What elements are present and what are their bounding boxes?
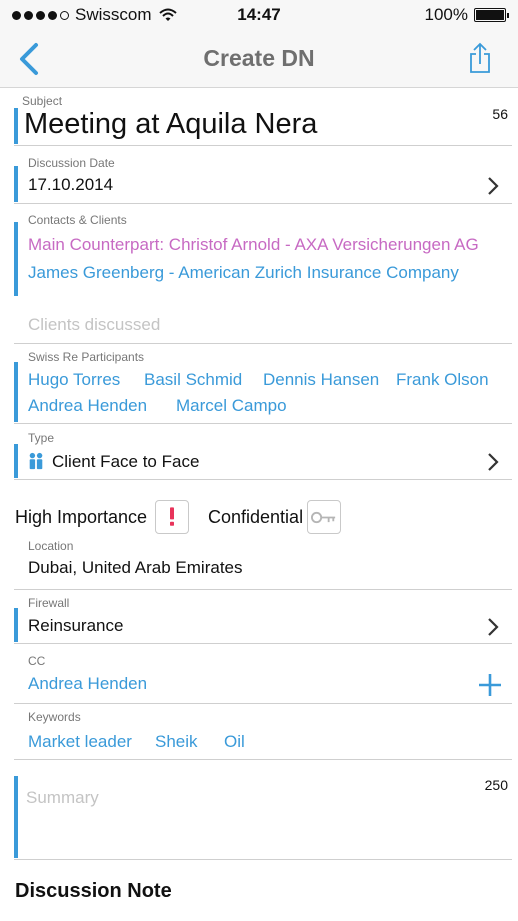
keywords-label: Keywords bbox=[28, 710, 81, 724]
contact-item[interactable]: James Greenberg - American Zurich Insura… bbox=[28, 263, 459, 283]
type-field[interactable]: Type Client Face to Face bbox=[14, 424, 512, 480]
discussion-date-label: Discussion Date bbox=[28, 156, 115, 170]
high-importance-label: High Importance bbox=[15, 507, 148, 527]
firewall-value[interactable]: Reinsurance bbox=[28, 616, 123, 636]
keyword-chip[interactable]: Market leader bbox=[28, 732, 132, 752]
main-counterpart-contact[interactable]: Main Counterpart: Christof Arnold - AXA … bbox=[28, 235, 479, 255]
participant-chip[interactable]: Frank Olson bbox=[396, 370, 489, 390]
participant-chip[interactable]: Dennis Hansen bbox=[263, 370, 379, 390]
participant-chip[interactable]: Andrea Henden bbox=[28, 396, 147, 416]
subject-label: Subject bbox=[22, 94, 63, 108]
location-field[interactable]: Location Dubai, United Arab Emirates bbox=[14, 536, 512, 590]
summary-char-counter: 250 bbox=[484, 777, 508, 793]
participants-label: Swiss Re Participants bbox=[28, 350, 145, 364]
discussion-date-field[interactable]: Discussion Date 17.10.2014 bbox=[14, 146, 512, 204]
participant-chip[interactable]: Marcel Campo bbox=[176, 396, 287, 416]
contacts-clients-field: Contacts & Clients Main Counterpart: Chr… bbox=[14, 204, 512, 344]
firewall-label: Firewall bbox=[28, 596, 70, 610]
exclamation-icon bbox=[170, 507, 174, 526]
battery-icon bbox=[474, 8, 509, 22]
cc-field: CC Andrea Henden bbox=[14, 644, 512, 704]
high-importance-toggle[interactable] bbox=[155, 500, 189, 534]
subject-input[interactable]: Meeting at Aquila Nera bbox=[24, 108, 317, 141]
cc-label: CC bbox=[28, 654, 46, 668]
type-label: Type bbox=[28, 431, 55, 445]
chevron-right-icon[interactable] bbox=[486, 176, 500, 196]
navigation-bar: Create DN bbox=[0, 30, 518, 88]
share-icon[interactable] bbox=[468, 42, 492, 74]
battery-percent: 100% bbox=[424, 5, 468, 24]
summary-field[interactable]: Summary 250 bbox=[14, 772, 512, 860]
discussion-note-heading: Discussion Note bbox=[15, 880, 172, 902]
chevron-right-icon[interactable] bbox=[486, 617, 500, 637]
plus-icon[interactable] bbox=[478, 673, 502, 697]
keyword-chip[interactable]: Oil bbox=[224, 732, 245, 752]
subject-char-counter: 56 bbox=[492, 106, 508, 122]
keyword-chip[interactable]: Sheik bbox=[155, 732, 198, 752]
participant-chip[interactable]: Basil Schmid bbox=[144, 370, 242, 390]
confidential-label: Confidential bbox=[208, 507, 304, 527]
chevron-right-icon[interactable] bbox=[486, 452, 500, 472]
location-value[interactable]: Dubai, United Arab Emirates bbox=[28, 558, 243, 578]
confidential-toggle[interactable] bbox=[307, 500, 341, 534]
page-title: Create DN bbox=[203, 45, 315, 71]
cc-recipient[interactable]: Andrea Henden bbox=[28, 674, 147, 694]
status-bar: Swisscom 14:47 100% bbox=[0, 0, 518, 30]
discussion-date-value[interactable]: 17.10.2014 bbox=[28, 175, 113, 195]
type-value: Client Face to Face bbox=[52, 452, 200, 471]
participants-field: Swiss Re Participants Hugo Torres Basil … bbox=[14, 344, 512, 424]
contacts-clients-label: Contacts & Clients bbox=[28, 213, 127, 227]
participant-chip[interactable]: Hugo Torres bbox=[28, 370, 120, 390]
people-icon bbox=[29, 452, 43, 470]
clients-discussed-input[interactable]: Clients discussed bbox=[28, 315, 160, 335]
key-icon bbox=[311, 511, 336, 523]
location-label: Location bbox=[28, 539, 74, 553]
subject-field[interactable]: Subject Meeting at Aquila Nera 56 bbox=[14, 90, 512, 146]
battery-indicator: 100% bbox=[424, 5, 509, 25]
keywords-field: Keywords Market leader Sheik Oil bbox=[14, 704, 512, 760]
flags-row: High Importance Confidential bbox=[0, 496, 498, 540]
firewall-field[interactable]: Firewall Reinsurance bbox=[14, 590, 512, 644]
summary-input[interactable]: Summary bbox=[26, 788, 99, 808]
